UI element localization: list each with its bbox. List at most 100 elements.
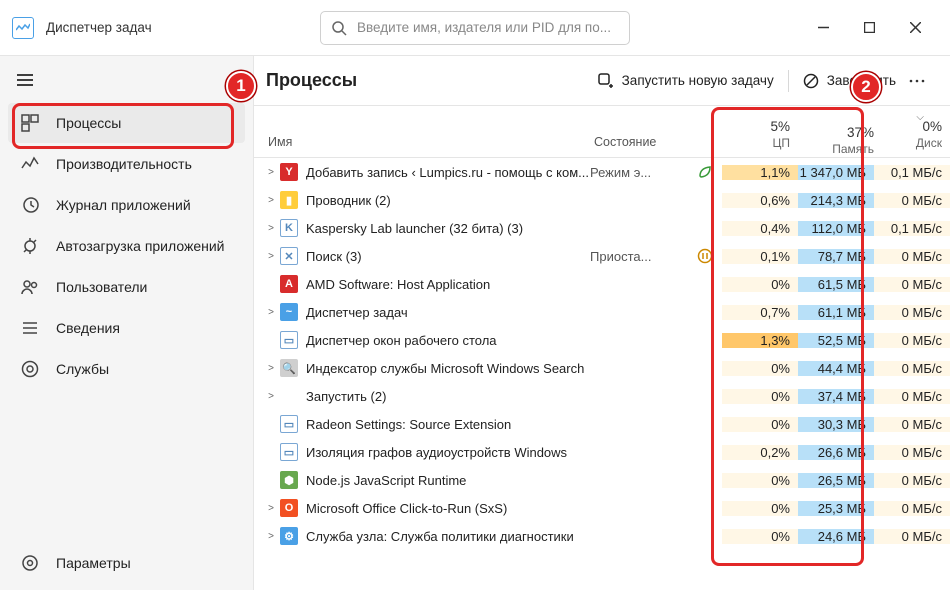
state-icon xyxy=(688,164,722,180)
sidebar-item-history[interactable]: Журнал приложений xyxy=(8,185,245,225)
search-box[interactable] xyxy=(320,11,630,45)
cell-name: ▭Изоляция графов аудиоустройств Windows xyxy=(254,443,590,461)
cell-name: >Y Добавить запись ‹ Lumpics.ru - помощь … xyxy=(254,163,590,181)
table-row[interactable]: ▭Изоляция графов аудиоустройств Windows 0… xyxy=(254,438,950,466)
table-row[interactable]: AAMD Software: Host Application0%61,5 МБ… xyxy=(254,270,950,298)
maximize-button[interactable] xyxy=(846,12,892,44)
cell-name: >K Kaspersky Lab launcher (32 бита) (3) xyxy=(254,219,590,237)
toolbar: Процессы Запустить новую задачу Завершит… xyxy=(254,56,950,106)
app-icon xyxy=(12,17,34,39)
expand-toggle[interactable]: > xyxy=(262,167,280,178)
annotation-badge-2: 2 xyxy=(851,72,881,102)
table-row[interactable]: ▭Radeon Settings: Source Extension0%30,3… xyxy=(254,410,950,438)
cell-disk: 0 МБ/с xyxy=(874,305,950,320)
table-row[interactable]: >K Kaspersky Lab launcher (32 бита) (3) 0,… xyxy=(254,214,950,242)
search-icon xyxy=(331,20,347,36)
titlebar: Диспетчер задач xyxy=(0,0,950,56)
cell-cpu: 0,2% xyxy=(722,445,798,460)
cell-mem: 112,0 МБ xyxy=(798,221,874,236)
sidebar-item-processes[interactable]: Процессы xyxy=(8,103,245,143)
services-icon xyxy=(20,359,40,379)
performance-icon xyxy=(20,154,40,174)
expand-toggle[interactable]: > xyxy=(262,531,280,542)
col-disk[interactable]: 0%Диск xyxy=(874,113,950,157)
table-row[interactable]: ⬢Node.js JavaScript Runtime0%26,5 МБ0 МБ… xyxy=(254,466,950,494)
sidebar-item-label: Производительность xyxy=(56,156,192,172)
expand-toggle[interactable]: > xyxy=(262,223,280,234)
cell-name: ▭Radeon Settings: Source Extension xyxy=(254,415,590,433)
process-name: Добавить запись ‹ Lumpics.ru - помощь с … xyxy=(306,165,589,180)
end-task-button[interactable]: Завершить xyxy=(795,64,904,98)
expand-toggle[interactable]: > xyxy=(262,391,280,402)
more-button[interactable] xyxy=(904,64,938,98)
processes-icon xyxy=(20,113,40,133)
cell-disk: 0,1 МБ/с xyxy=(874,165,950,180)
process-icon: Y xyxy=(280,163,298,181)
process-name: Node.js JavaScript Runtime xyxy=(306,473,466,488)
table-row[interactable]: >🔍Индексатор службы Microsoft Windows Se… xyxy=(254,354,950,382)
content-pane: Процессы Запустить новую задачу Завершит… xyxy=(254,56,950,590)
cell-cpu: 0% xyxy=(722,361,798,376)
cell-name: >⚙Служба узла: Служба политики диагности… xyxy=(254,527,590,545)
table-row[interactable]: >✕Поиск (3)Приоста...0,1%78,7 МБ0 МБ/с xyxy=(254,242,950,270)
cell-mem: 37,4 МБ xyxy=(798,389,874,404)
process-icon xyxy=(280,387,298,405)
expand-toggle[interactable]: > xyxy=(262,363,280,374)
process-icon: ⬢ xyxy=(280,471,298,489)
col-cpu[interactable]: 5%ЦП xyxy=(722,113,798,157)
cell-cpu: 0,7% xyxy=(722,305,798,320)
table-row[interactable]: ▭Диспетчер окон рабочего стола1,3%52,5 М… xyxy=(254,326,950,354)
cell-cpu: 0,4% xyxy=(722,221,798,236)
col-name[interactable]: Имя xyxy=(254,135,590,157)
cell-mem: 61,1 МБ xyxy=(798,305,874,320)
sidebar-item-performance[interactable]: Производительность xyxy=(8,144,245,184)
search-input[interactable] xyxy=(357,20,619,35)
table-row[interactable]: >Запустить (2)0%37,4 МБ0 МБ/с xyxy=(254,382,950,410)
expand-toggle[interactable]: > xyxy=(262,251,280,262)
sidebar-item-settings[interactable]: Параметры xyxy=(8,543,245,583)
cell-cpu: 0% xyxy=(722,529,798,544)
table-row[interactable]: >Y Добавить запись ‹ Lumpics.ru - помощь … xyxy=(254,158,950,186)
col-mem[interactable]: ⌵ 37%Память xyxy=(798,113,874,157)
process-name: Служба узла: Служба политики диагностики xyxy=(306,529,574,544)
minimize-button[interactable] xyxy=(800,12,846,44)
col-state[interactable]: Состояние xyxy=(590,135,688,157)
sidebar-item-services[interactable]: Службы xyxy=(8,349,245,389)
cell-cpu: 1,1% xyxy=(722,165,798,180)
process-name: Kaspersky Lab launcher (32 бита) (3) xyxy=(306,221,523,236)
cell-name: AAMD Software: Host Application xyxy=(254,275,590,293)
sidebar-item-label: Журнал приложений xyxy=(56,197,191,213)
table-row[interactable]: >▮Проводник (2)0,6%214,3 МБ0 МБ/с xyxy=(254,186,950,214)
sidebar-item-startup[interactable]: Автозагрузка приложений xyxy=(8,226,245,266)
table-row[interactable]: >⚙Служба узла: Служба политики диагности… xyxy=(254,522,950,550)
run-new-task-label: Запустить новую задачу xyxy=(622,73,774,88)
run-new-task-button[interactable]: Запустить новую задачу xyxy=(590,64,782,98)
sidebar-item-users[interactable]: Пользователи xyxy=(8,267,245,307)
cell-mem: 78,7 МБ xyxy=(798,249,874,264)
sidebar-item-label: Процессы xyxy=(56,115,121,131)
table-row[interactable]: >OMicrosoft Office Click-to-Run (SxS)0%2… xyxy=(254,494,950,522)
sidebar-item-label: Автозагрузка приложений xyxy=(56,238,225,254)
cell-mem: 1 347,0 МБ xyxy=(798,165,874,180)
expand-toggle[interactable]: > xyxy=(262,307,280,318)
table-row[interactable]: >~Диспетчер задач0,7%61,1 МБ0 МБ/с xyxy=(254,298,950,326)
process-name: AMD Software: Host Application xyxy=(306,277,490,292)
expand-toggle[interactable]: > xyxy=(262,503,280,514)
users-icon xyxy=(20,277,40,297)
hamburger-button[interactable] xyxy=(4,62,46,98)
cell-disk: 0 МБ/с xyxy=(874,501,950,516)
cell-name: >OMicrosoft Office Click-to-Run (SxS) xyxy=(254,499,590,517)
cell-disk: 0,1 МБ/с xyxy=(874,221,950,236)
cell-mem: 214,3 МБ xyxy=(798,193,874,208)
sidebar-item-details[interactable]: Сведения xyxy=(8,308,245,348)
annotation-badge-1: 1 xyxy=(226,71,256,101)
expand-toggle[interactable]: > xyxy=(262,195,280,206)
history-icon xyxy=(20,195,40,215)
close-button[interactable] xyxy=(892,12,938,44)
process-name: Microsoft Office Click-to-Run (SxS) xyxy=(306,501,507,516)
details-icon xyxy=(20,318,40,338)
sidebar-item-label: Сведения xyxy=(56,320,120,336)
cell-name: >🔍Индексатор службы Microsoft Windows Se… xyxy=(254,359,590,377)
cell-disk: 0 МБ/с xyxy=(874,333,950,348)
process-icon: K xyxy=(280,219,298,237)
